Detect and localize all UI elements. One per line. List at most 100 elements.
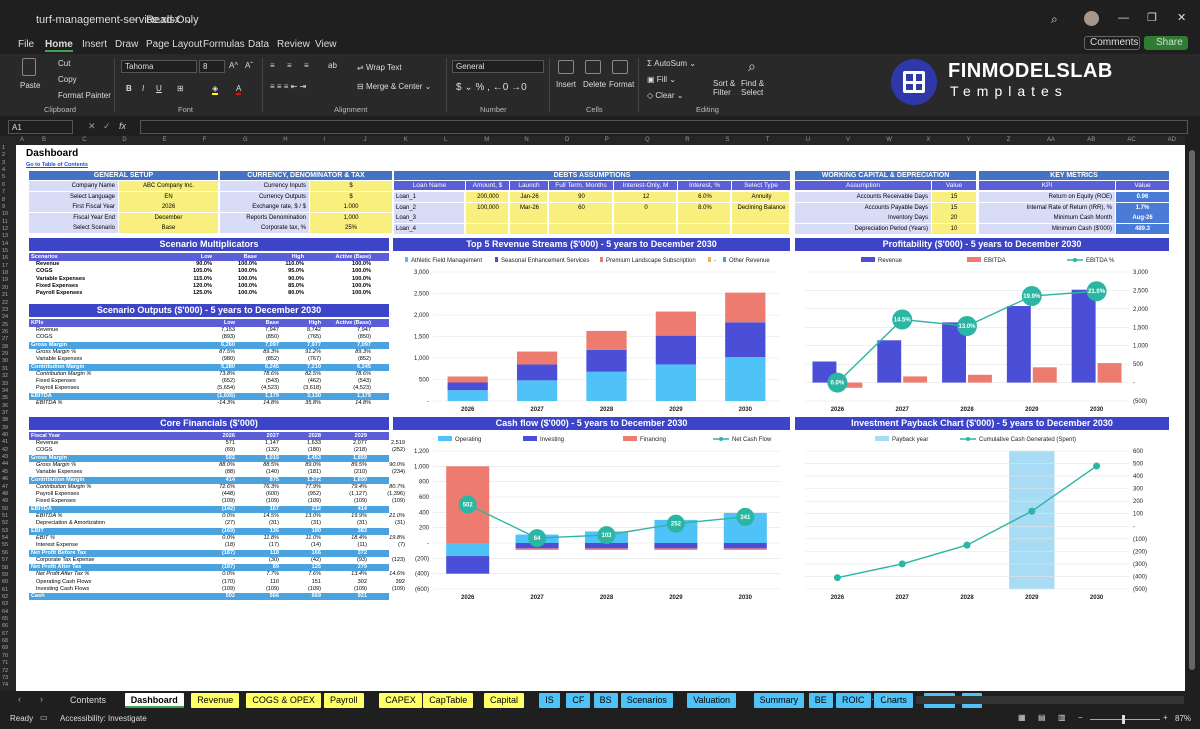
row-value[interactable]: 302 [331, 579, 367, 586]
row-value[interactable]: 7,210 [285, 364, 321, 371]
row-value[interactable]: 18.4% [331, 535, 367, 542]
debts-cell[interactable]: 6.0% [678, 192, 730, 202]
row-value[interactable]: (187) [199, 550, 235, 557]
row-number[interactable]: 48 [2, 491, 8, 497]
debts-cell[interactable] [549, 213, 612, 224]
row-value[interactable]: (1,026) [199, 393, 235, 400]
row-value[interactable]: 105.0% [176, 268, 212, 275]
row-number[interactable]: 60 [2, 579, 8, 585]
row-value[interactable]: 571 [199, 440, 235, 447]
column-header[interactable]: F [203, 137, 207, 143]
row-number[interactable]: 33 [2, 381, 8, 387]
merge-center-button[interactable]: ⊟ Merge & Center ⌄ [357, 82, 431, 91]
row-value[interactable]: (952) [285, 491, 321, 498]
row-value[interactable]: 1,272 [285, 477, 321, 484]
row-value[interactable]: (4,523) [335, 385, 371, 392]
row-value[interactable]: (893) [199, 334, 235, 341]
column-header[interactable]: K [404, 137, 408, 143]
find-select-button[interactable]: Find & Select [741, 79, 771, 97]
column-header[interactable]: N [524, 137, 528, 143]
row-value[interactable]: 14.8% [335, 400, 371, 407]
underline-icon[interactable]: U [156, 84, 162, 93]
prev-sheet-icon[interactable]: ‹ [18, 694, 21, 704]
italic-icon[interactable]: I [142, 84, 144, 93]
row-number[interactable]: 3 [2, 160, 5, 166]
row-value[interactable]: 89 [243, 564, 279, 571]
row-number[interactable]: 1 [2, 145, 5, 151]
row-number[interactable]: 30 [2, 358, 8, 364]
row-value[interactable]: 6,245 [335, 364, 371, 371]
row-value[interactable]: (1,127) [331, 491, 367, 498]
row-value[interactable]: 88.0% [199, 462, 235, 469]
row-value[interactable]: 0.0% [199, 513, 235, 520]
row-number[interactable]: 12 [2, 226, 8, 232]
row-number[interactable]: 39 [2, 425, 8, 431]
row-value[interactable]: 875 [243, 477, 279, 484]
row-number[interactable]: 65 [2, 616, 8, 622]
row-value[interactable]: 1,859 [331, 455, 367, 462]
row-value[interactable]: 14.8% [243, 400, 279, 407]
format-painter-button[interactable]: Format Painter [58, 91, 111, 100]
sheet-tab-scenarios[interactable]: Scenarios [620, 693, 673, 708]
row-value[interactable]: 100.0% [221, 261, 257, 268]
row-value[interactable]: (170) [199, 579, 235, 586]
row-number[interactable]: 63 [2, 601, 8, 607]
row-number[interactable]: 45 [2, 469, 8, 475]
row-number[interactable]: 35 [2, 395, 8, 401]
row-value[interactable]: 35.8% [285, 400, 321, 407]
debts-cell[interactable]: 60 [549, 202, 612, 213]
column-header[interactable]: A [20, 137, 24, 143]
row-value[interactable]: 100.0% [221, 268, 257, 275]
close-icon[interactable]: ✕ [1177, 11, 1186, 24]
row-value[interactable]: (3,618) [285, 385, 321, 392]
row-value[interactable]: (27) [199, 520, 235, 527]
row-number[interactable]: 64 [2, 609, 8, 615]
column-header[interactable]: R [685, 137, 689, 143]
row-value[interactable]: 13.4% [331, 571, 367, 578]
align-left-icon[interactable]: ≡ ≡ ≡ ⇤ ⇥ [270, 82, 306, 91]
number-format-select[interactable]: General [452, 60, 544, 73]
sort-filter-button[interactable]: Sort & Filter [713, 79, 743, 97]
row-value[interactable]: 100.0% [221, 290, 257, 297]
horizontal-scrollbar[interactable] [916, 696, 1184, 704]
debts-cell[interactable]: 100,000 [466, 202, 508, 213]
row-number[interactable]: 24 [2, 314, 8, 320]
row-number[interactable]: 6 [2, 182, 5, 188]
setup-value[interactable]: 2026 [119, 202, 218, 213]
font-size-select[interactable]: 8 [199, 60, 225, 73]
column-header[interactable]: U [806, 137, 810, 143]
menu-review[interactable]: Review [277, 39, 310, 50]
row-number[interactable]: 62 [2, 594, 8, 600]
row-value[interactable]: (31) [331, 520, 367, 527]
row-number[interactable]: 49 [2, 498, 8, 504]
row-number[interactable]: 58 [2, 565, 8, 571]
grow-font-icon[interactable]: A^ [229, 61, 238, 70]
row-value[interactable]: (462) [285, 378, 321, 385]
row-number[interactable]: 14 [2, 241, 8, 247]
row-value[interactable]: 77.9% [285, 484, 321, 491]
column-header[interactable]: J [364, 137, 367, 143]
row-value[interactable]: (14) [285, 542, 321, 549]
row-value[interactable]: (42) [285, 557, 321, 564]
fill-color-icon[interactable]: ◈ [212, 84, 219, 95]
debts-cell[interactable]: Jan-26 [510, 192, 547, 202]
setup-value[interactable]: 1,000 [310, 212, 392, 223]
paste-button[interactable]: Paste [20, 81, 40, 90]
table-value[interactable]: 489.3 [1116, 223, 1169, 234]
row-number[interactable]: 29 [2, 351, 8, 357]
row-number[interactable]: 26 [2, 329, 8, 335]
debts-cell[interactable] [732, 223, 789, 234]
row-number[interactable]: 57 [2, 557, 8, 563]
row-value[interactable]: (5,654) [199, 385, 235, 392]
row-value[interactable]: 100.0% [221, 283, 257, 290]
delete-cells-icon[interactable] [585, 60, 601, 74]
row-value[interactable]: (11) [331, 542, 367, 549]
sheet-tab-captable[interactable]: CapTable [423, 693, 474, 708]
row-value[interactable]: 100.0% [335, 261, 371, 268]
dashboard-sheet[interactable]: Dashboard Go to Table of Contents GENERA… [16, 145, 1185, 691]
row-value[interactable]: 414 [199, 477, 235, 484]
add-sheet-icon[interactable]: + [884, 693, 889, 703]
cut-button[interactable]: Cut [58, 59, 70, 68]
row-value[interactable]: 11.8% [243, 535, 279, 542]
row-value[interactable]: (187) [199, 564, 235, 571]
